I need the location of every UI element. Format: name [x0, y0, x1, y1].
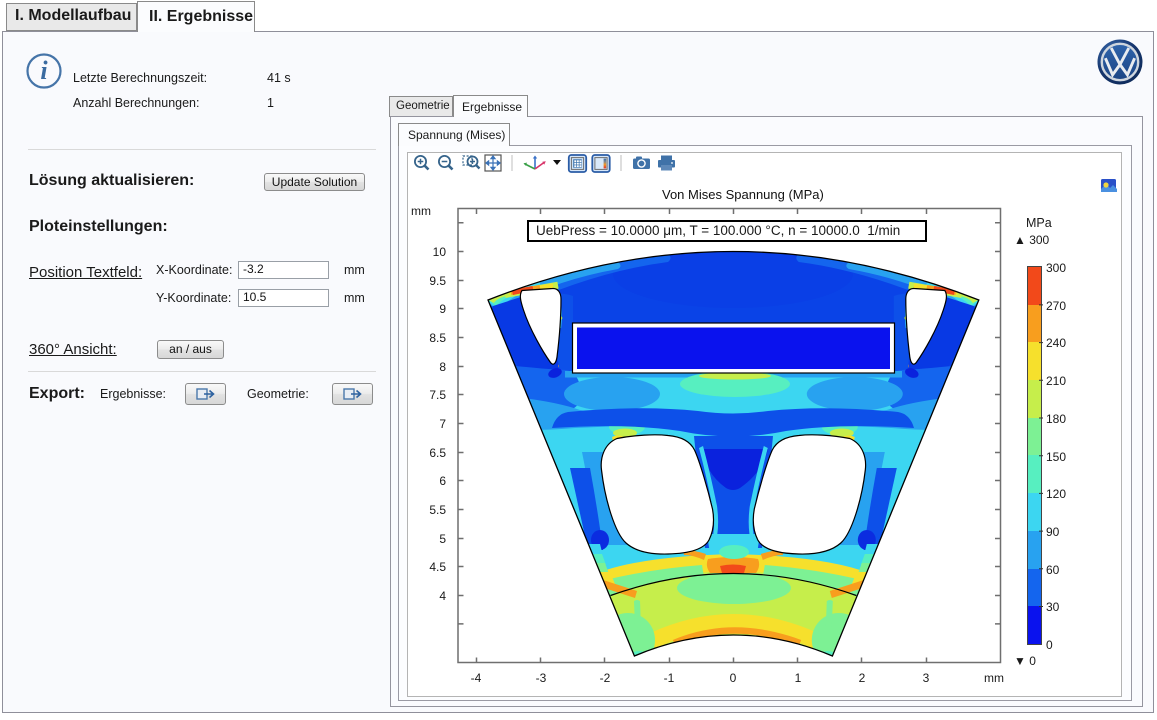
svg-text:i: i: [40, 56, 48, 85]
